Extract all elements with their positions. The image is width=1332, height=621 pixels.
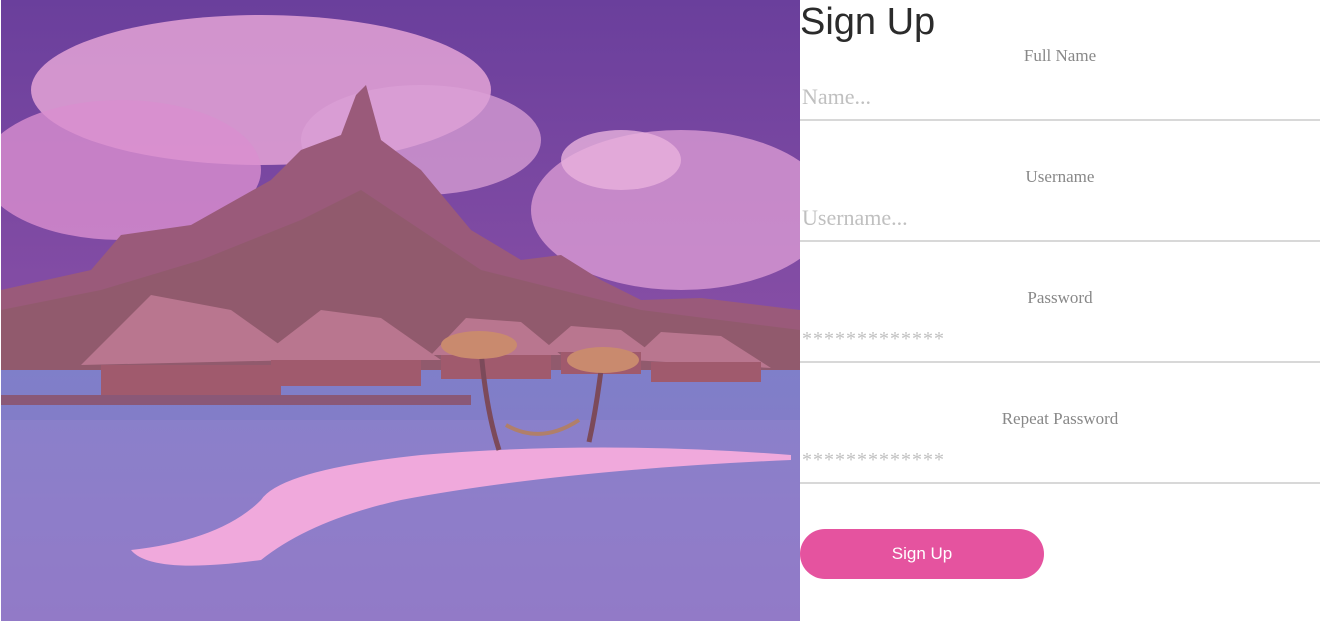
- password-input[interactable]: [800, 317, 1320, 363]
- signup-button[interactable]: Sign Up: [800, 529, 1044, 579]
- signup-form: Sign Up Full Name Username Password Repe…: [800, 0, 1320, 621]
- repeat-password-field: Repeat Password: [800, 409, 1320, 530]
- hero-image: [1, 0, 800, 621]
- full-name-input[interactable]: [800, 75, 1320, 121]
- username-label: Username: [1025, 167, 1095, 186]
- full-name-field: Full Name: [800, 46, 1320, 167]
- username-input[interactable]: [800, 196, 1320, 242]
- repeat-password-label: Repeat Password: [1001, 409, 1119, 428]
- full-name-label: Full Name: [1023, 46, 1097, 65]
- island-illustration: [1, 0, 800, 621]
- password-field: Password: [800, 288, 1320, 409]
- password-label: Password: [1027, 288, 1093, 307]
- page-title: Sign Up: [800, 1, 936, 43]
- username-field: Username: [800, 167, 1320, 288]
- repeat-password-input[interactable]: [800, 438, 1320, 484]
